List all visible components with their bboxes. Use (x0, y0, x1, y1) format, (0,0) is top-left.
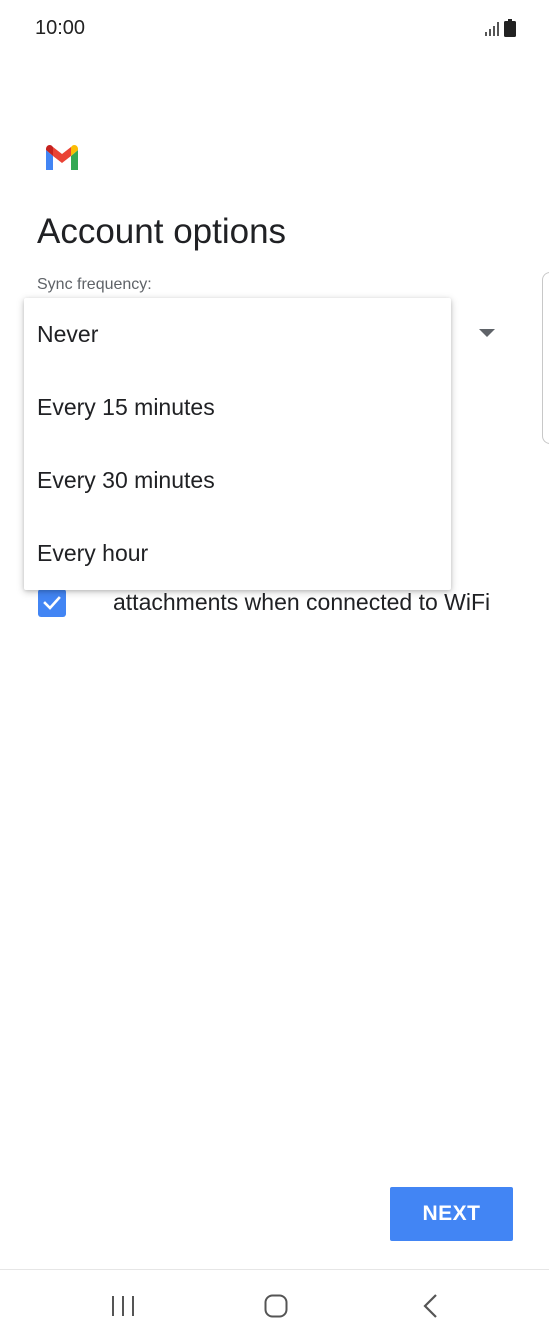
status-time: 10:00 (35, 17, 86, 39)
edge-panel-handle[interactable] (542, 272, 549, 444)
page-title: Account options (37, 212, 287, 251)
sync-option-every-hour[interactable]: Every hour (24, 517, 451, 590)
download-attachments-checkbox[interactable] (38, 589, 66, 617)
sync-frequency-dropdown: Never Every 15 minutes Every 30 minutes … (24, 298, 451, 590)
sync-option-30-minutes[interactable]: Every 30 minutes (24, 444, 451, 517)
sync-frequency-label: Sync frequency: (37, 276, 152, 293)
home-icon[interactable] (264, 1294, 288, 1318)
battery-icon (504, 19, 516, 37)
back-icon[interactable] (421, 1293, 439, 1319)
gmail-logo-icon (46, 144, 78, 170)
sync-option-15-minutes[interactable]: Every 15 minutes (24, 371, 451, 444)
check-icon (43, 596, 61, 610)
dropdown-arrow-icon[interactable] (479, 329, 495, 337)
next-button[interactable]: NEXT (390, 1187, 513, 1241)
status-bar: 10:00 (0, 0, 549, 58)
sync-option-never[interactable]: Never (24, 298, 451, 371)
navigation-bar (0, 1269, 549, 1342)
download-attachments-label: attachments when connected to WiFi (113, 589, 491, 615)
recent-apps-icon[interactable] (110, 1294, 136, 1318)
signal-icon (485, 22, 499, 36)
